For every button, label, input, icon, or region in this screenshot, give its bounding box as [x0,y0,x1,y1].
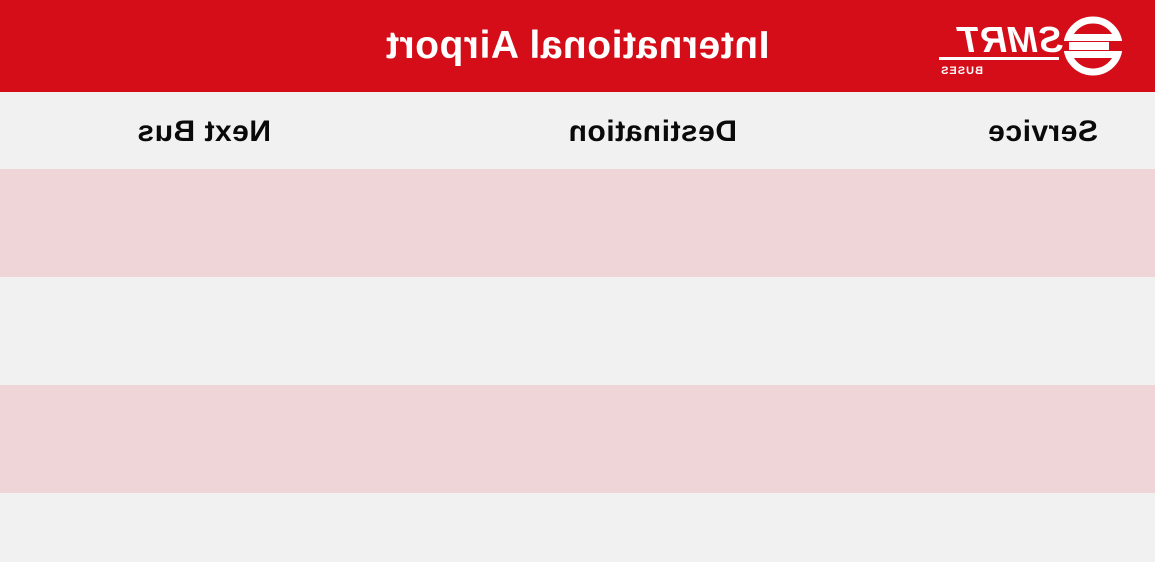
table-row [0,169,1155,277]
column-header-row: Service Destination Next Bus [0,92,1155,169]
table-row [0,277,1155,385]
stop-title: International Airport [385,24,770,67]
column-header-service: Service [987,115,1098,148]
column-header-destination: Destination [568,115,737,148]
table-row [0,385,1155,493]
board-header: SMRT BUSES International Airport [0,0,1155,92]
column-header-next-bus: Next Bus [136,115,271,148]
mirrored-display: SMRT BUSES International Airport Service… [0,0,1155,562]
bus-arrival-board: SMRT BUSES International Airport Service… [0,0,1155,562]
table-row [0,493,1155,562]
